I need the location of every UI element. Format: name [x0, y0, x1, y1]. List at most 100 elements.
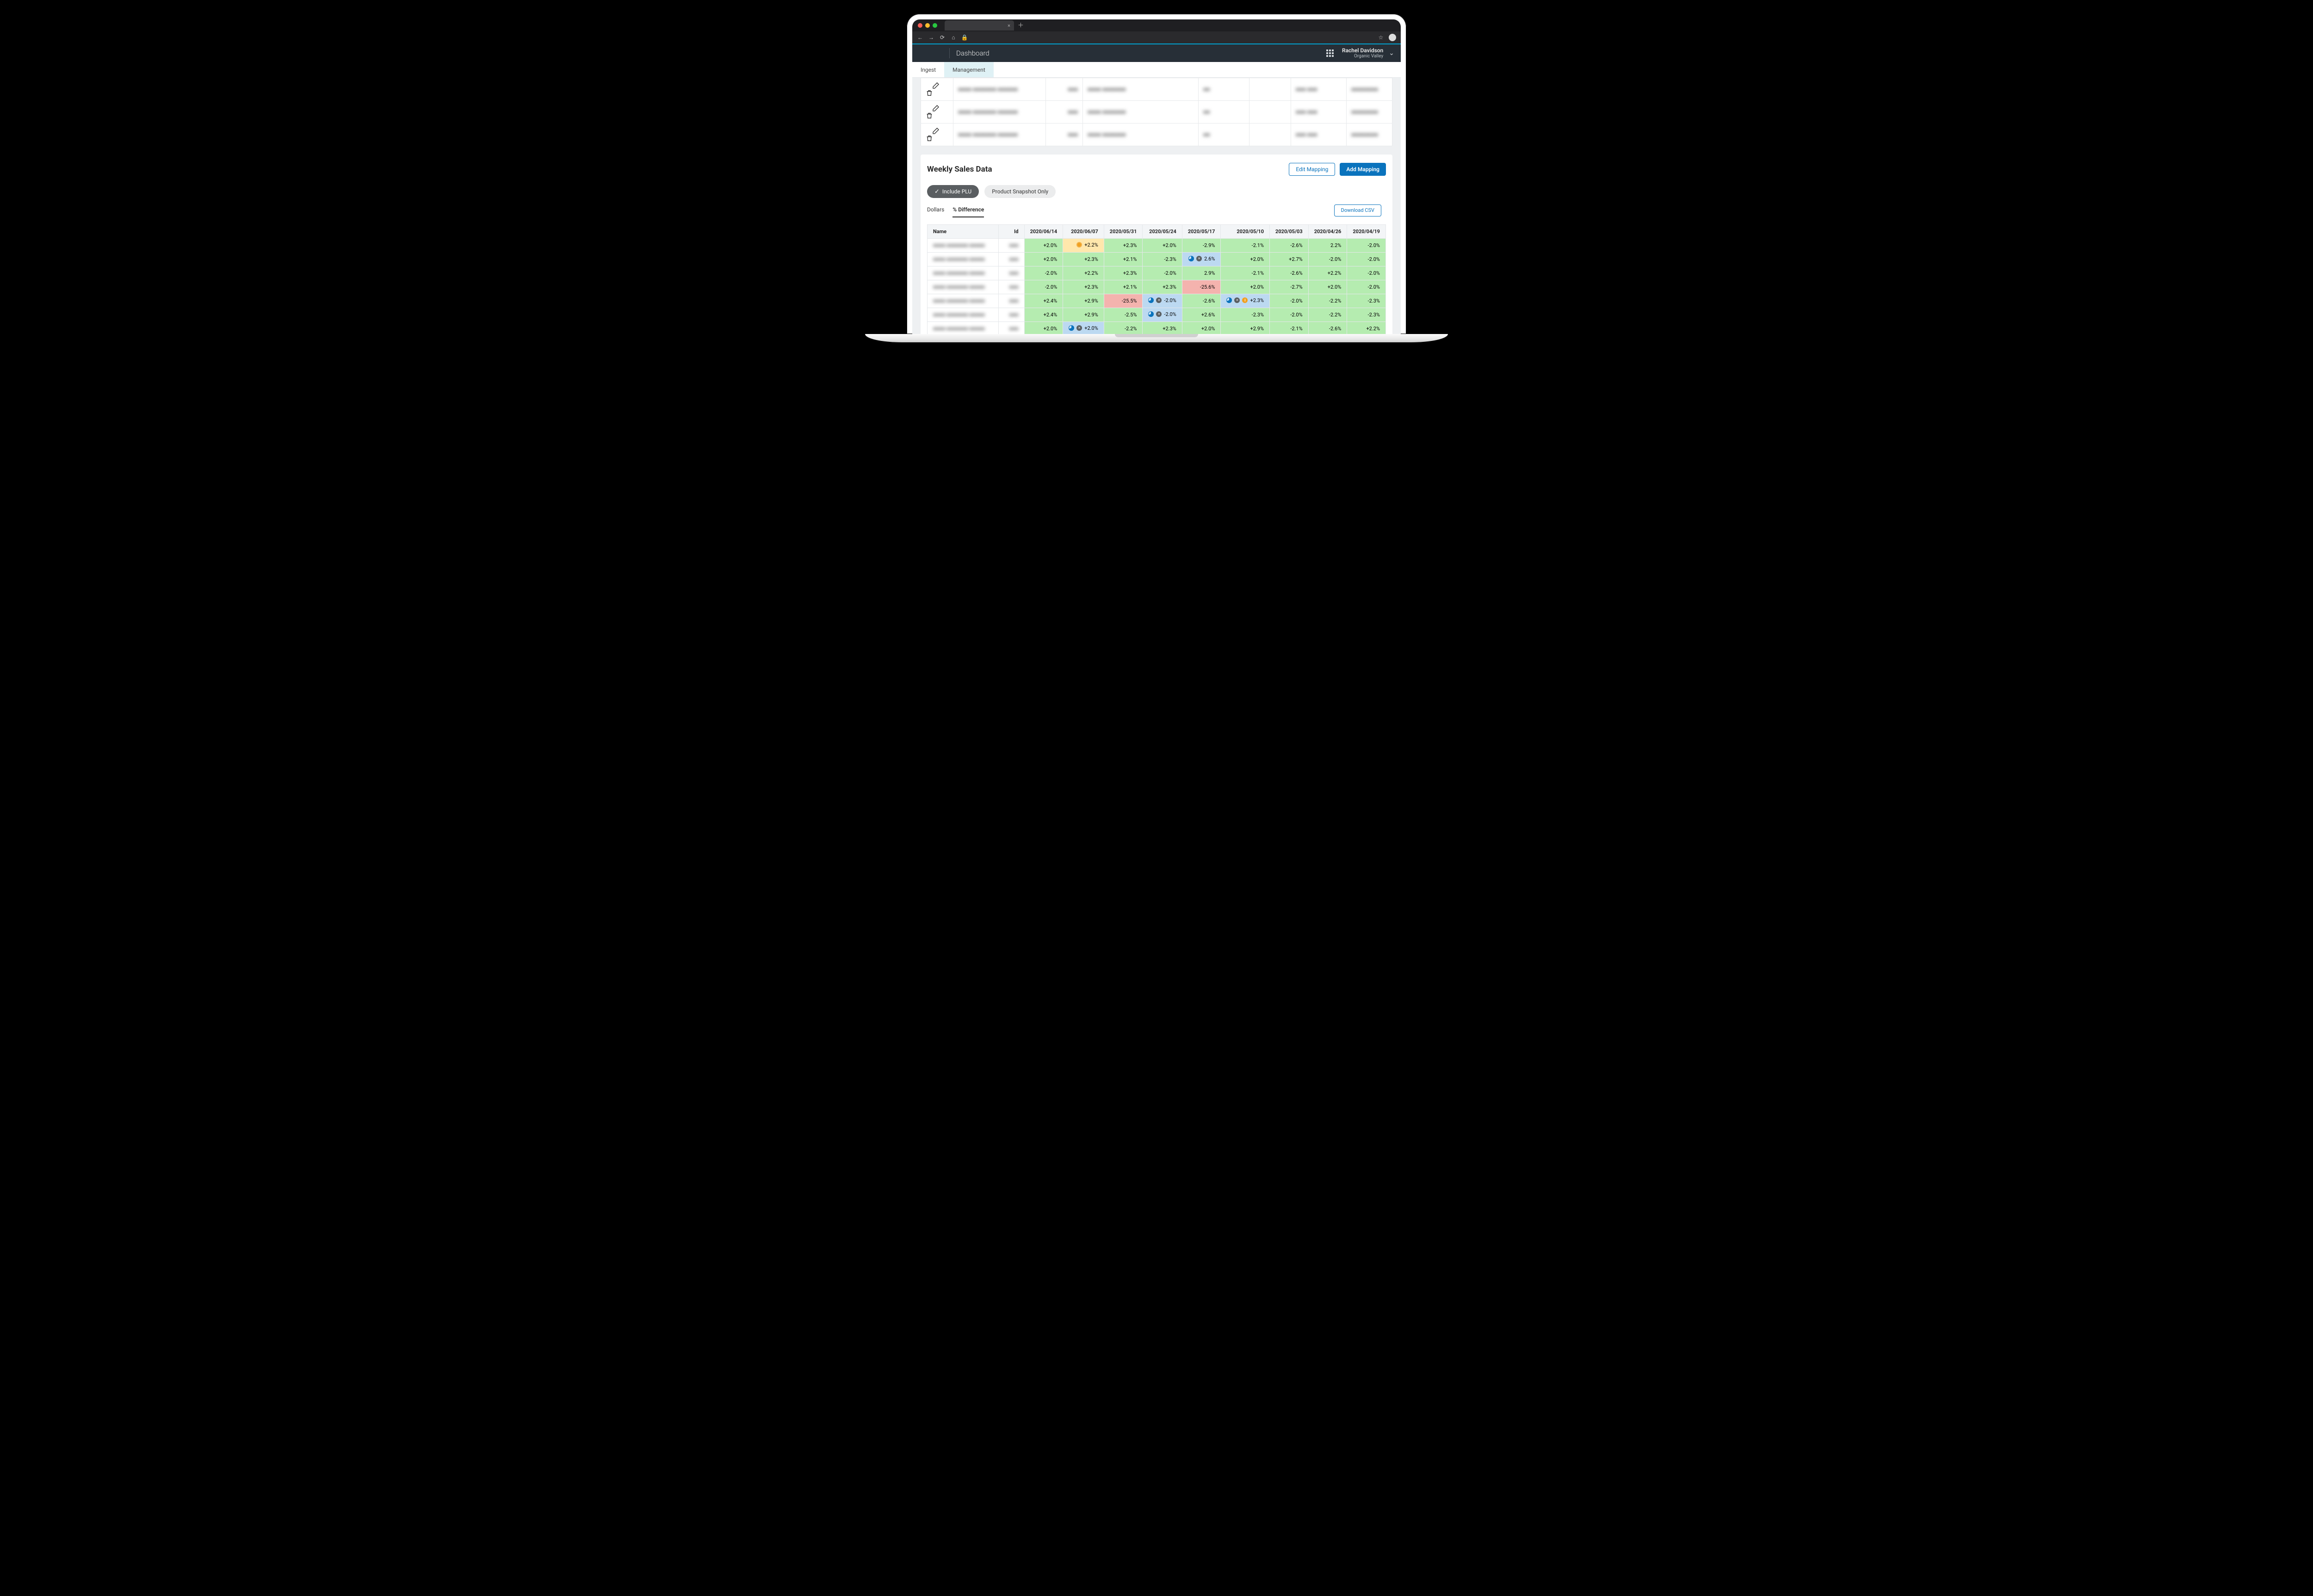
- data-cell[interactable]: -2.0%: [1270, 308, 1309, 322]
- sales-grid: NameId2020/06/142020/06/072020/05/312020…: [927, 224, 1386, 334]
- data-cell[interactable]: +2.3%: [1104, 239, 1143, 253]
- data-cell[interactable]: -2.3%: [1347, 294, 1386, 308]
- status-badge-icon: [1188, 256, 1194, 261]
- data-cell[interactable]: -2.1%: [1221, 266, 1270, 280]
- data-cell[interactable]: -2.0%: [1347, 266, 1386, 280]
- close-tab-icon[interactable]: ×: [1008, 23, 1010, 29]
- chip-product-snapshot[interactable]: Product Snapshot Only: [984, 185, 1056, 198]
- data-cell[interactable]: +2.0%: [1024, 322, 1063, 334]
- profile-avatar-icon[interactable]: [1389, 34, 1396, 41]
- data-cell[interactable]: +2.3%: [1221, 294, 1270, 308]
- col-date: 2020/05/17: [1182, 225, 1221, 239]
- chip-include-plu[interactable]: ✓ Include PLU: [927, 185, 979, 198]
- data-cell[interactable]: -2.0%: [1270, 294, 1309, 308]
- tab-management[interactable]: Management: [944, 62, 994, 77]
- download-csv-button[interactable]: Download CSV: [1334, 204, 1381, 217]
- data-cell[interactable]: +2.0%: [1143, 239, 1182, 253]
- data-cell[interactable]: -2.7%: [1270, 280, 1309, 294]
- data-cell[interactable]: -2.6%: [1308, 322, 1347, 334]
- new-tab-button[interactable]: ＋: [1018, 23, 1024, 29]
- data-cell[interactable]: +2.3%: [1143, 280, 1182, 294]
- laptop-base: [865, 334, 1448, 342]
- data-cell[interactable]: +2.0%: [1221, 280, 1270, 294]
- reload-icon[interactable]: ⟳: [939, 34, 946, 41]
- data-cell[interactable]: 2.6%: [1182, 253, 1221, 266]
- data-cell[interactable]: 2.9%: [1182, 266, 1221, 280]
- apps-grid-icon[interactable]: [1326, 49, 1334, 57]
- col-name: Name: [928, 225, 999, 239]
- data-cell[interactable]: +2.0%: [1063, 322, 1104, 334]
- status-badge-icon: [1156, 297, 1162, 303]
- trash-icon[interactable]: [926, 89, 933, 97]
- data-cell[interactable]: -2.2%: [1104, 322, 1143, 334]
- data-cell[interactable]: -25.6%: [1182, 280, 1221, 294]
- data-cell[interactable]: -25.5%: [1104, 294, 1143, 308]
- back-icon[interactable]: ←: [917, 34, 923, 41]
- data-cell[interactable]: +2.6%: [1182, 308, 1221, 322]
- data-cell[interactable]: -2.1%: [1221, 239, 1270, 253]
- data-cell[interactable]: +2.2%: [1347, 322, 1386, 334]
- tab-ingest[interactable]: Ingest: [912, 62, 944, 77]
- data-cell[interactable]: +2.0%: [1024, 253, 1063, 266]
- data-cell[interactable]: -2.5%: [1104, 308, 1143, 322]
- data-cell[interactable]: -2.0%: [1143, 294, 1182, 308]
- data-cell[interactable]: +2.9%: [1221, 322, 1270, 334]
- data-cell[interactable]: +2.1%: [1104, 280, 1143, 294]
- data-cell[interactable]: -2.0%: [1347, 280, 1386, 294]
- data-cell[interactable]: +2.2%: [1308, 266, 1347, 280]
- data-cell[interactable]: +2.3%: [1063, 253, 1104, 266]
- edit-icon[interactable]: [932, 82, 940, 89]
- data-cell[interactable]: 2.2%: [1308, 239, 1347, 253]
- data-cell[interactable]: +2.0%: [1182, 322, 1221, 334]
- data-cell[interactable]: +2.7%: [1270, 253, 1309, 266]
- data-cell[interactable]: +2.9%: [1063, 308, 1104, 322]
- data-cell[interactable]: -2.0%: [1143, 266, 1182, 280]
- data-cell[interactable]: -2.0%: [1143, 308, 1182, 322]
- table-row: ■■■■ ■■■■■■■ ■■■■■■■■■■■■■ ■■■■■■■■■■■■ …: [921, 78, 1392, 101]
- edit-icon[interactable]: [932, 105, 940, 112]
- data-cell[interactable]: -2.2%: [1308, 308, 1347, 322]
- data-cell[interactable]: +2.4%: [1024, 308, 1063, 322]
- edit-mapping-button[interactable]: Edit Mapping: [1289, 163, 1335, 176]
- data-cell[interactable]: -2.6%: [1270, 239, 1309, 253]
- data-cell[interactable]: -2.6%: [1182, 294, 1221, 308]
- data-cell[interactable]: -2.0%: [1308, 253, 1347, 266]
- view-tab-dollars[interactable]: Dollars: [927, 203, 944, 217]
- data-cell[interactable]: -2.1%: [1270, 322, 1309, 334]
- data-cell[interactable]: +2.2%: [1063, 266, 1104, 280]
- data-cell[interactable]: -2.0%: [1347, 253, 1386, 266]
- data-cell[interactable]: +2.3%: [1104, 266, 1143, 280]
- data-cell[interactable]: -2.2%: [1308, 294, 1347, 308]
- col-date: 2020/05/31: [1104, 225, 1143, 239]
- data-cell[interactable]: +2.3%: [1063, 280, 1104, 294]
- star-icon[interactable]: ☆: [1378, 34, 1384, 41]
- forward-icon[interactable]: →: [928, 34, 934, 41]
- data-cell[interactable]: +2.4%: [1024, 294, 1063, 308]
- edit-icon[interactable]: [932, 127, 940, 135]
- data-cell[interactable]: -2.9%: [1182, 239, 1221, 253]
- user-menu[interactable]: Rachel Davidson Organic Valley ⌄: [1342, 48, 1394, 59]
- window-controls[interactable]: [918, 23, 937, 28]
- table-row: ■■■■ ■■■■■■■ ■■■■■■■■■■■■■ ■■■■■■■■■■■■ …: [921, 101, 1392, 124]
- data-cell[interactable]: +2.0%: [1221, 253, 1270, 266]
- data-cell[interactable]: +2.0%: [1308, 280, 1347, 294]
- data-cell[interactable]: +2.9%: [1063, 294, 1104, 308]
- add-mapping-button[interactable]: Add Mapping: [1340, 163, 1386, 176]
- data-cell[interactable]: +2.0%: [1024, 239, 1063, 253]
- data-cell[interactable]: -2.0%: [1024, 280, 1063, 294]
- browser-chrome: × ＋ ← → ⟳ ⌂ 🔒 ☆: [912, 19, 1401, 43]
- view-tab-pct-difference[interactable]: % Difference: [952, 203, 984, 217]
- data-cell[interactable]: +2.3%: [1143, 322, 1182, 334]
- data-cell[interactable]: -2.3%: [1143, 253, 1182, 266]
- trash-icon[interactable]: [926, 135, 933, 142]
- home-icon[interactable]: ⌂: [950, 34, 957, 41]
- data-cell[interactable]: +2.1%: [1104, 253, 1143, 266]
- data-cell[interactable]: -2.0%: [1024, 266, 1063, 280]
- data-cell[interactable]: +2.2%: [1063, 239, 1104, 253]
- data-cell[interactable]: -2.3%: [1347, 308, 1386, 322]
- data-cell[interactable]: -2.0%: [1347, 239, 1386, 253]
- browser-tab[interactable]: ×: [945, 20, 1014, 31]
- trash-icon[interactable]: [926, 112, 933, 119]
- data-cell[interactable]: -2.6%: [1270, 266, 1309, 280]
- data-cell[interactable]: -2.3%: [1221, 308, 1270, 322]
